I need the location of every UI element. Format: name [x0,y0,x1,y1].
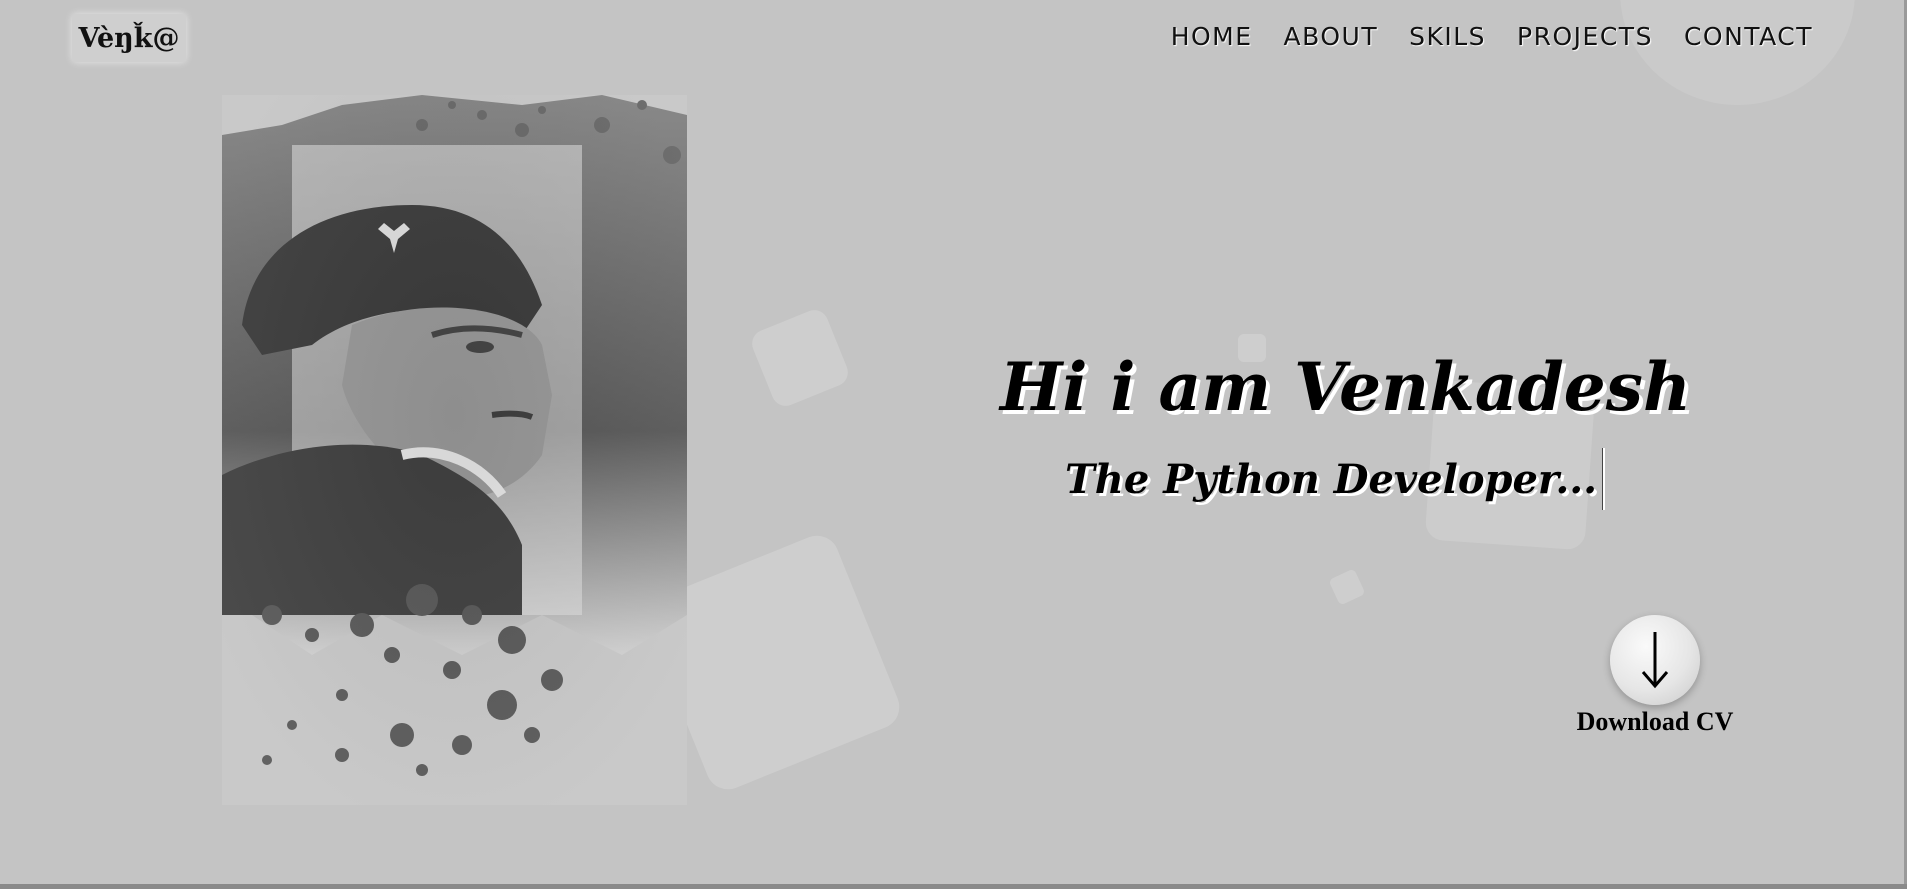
hero-title: Hi i am Venkadesh [1000,348,1691,426]
decor-square [1328,568,1366,606]
site-logo[interactable]: Vèŋǩ@ [72,14,186,62]
page: Vèŋǩ@ HOME ABOUT SKILS PROJECTS CONTACT [0,0,1907,889]
nav-about-link[interactable]: ABOUT [1284,22,1379,51]
nav-projects-link[interactable]: PROJECTS [1517,22,1653,51]
decor-circle [1620,0,1855,105]
arrow-down-icon [1641,632,1669,689]
download-cv-button[interactable]: Download CV [1565,615,1745,737]
window-edge [0,884,1907,889]
nav-contact-link[interactable]: CONTACT [1684,22,1813,51]
typing-cursor [1602,448,1606,510]
main-nav: HOME ABOUT SKILS PROJECTS CONTACT [1171,22,1813,51]
decor-square [747,305,853,411]
download-cv-label[interactable]: Download CV [1565,707,1745,737]
profile-portrait-image [222,95,687,805]
nav-skills-link[interactable]: SKILS [1409,22,1486,51]
nav-home-link[interactable]: HOME [1171,22,1253,51]
hero-subtitle: The Python Developer... [1065,448,1606,510]
download-icon-circle[interactable] [1610,615,1700,705]
hero-subtitle-text: The Python Developer... [1065,455,1598,503]
